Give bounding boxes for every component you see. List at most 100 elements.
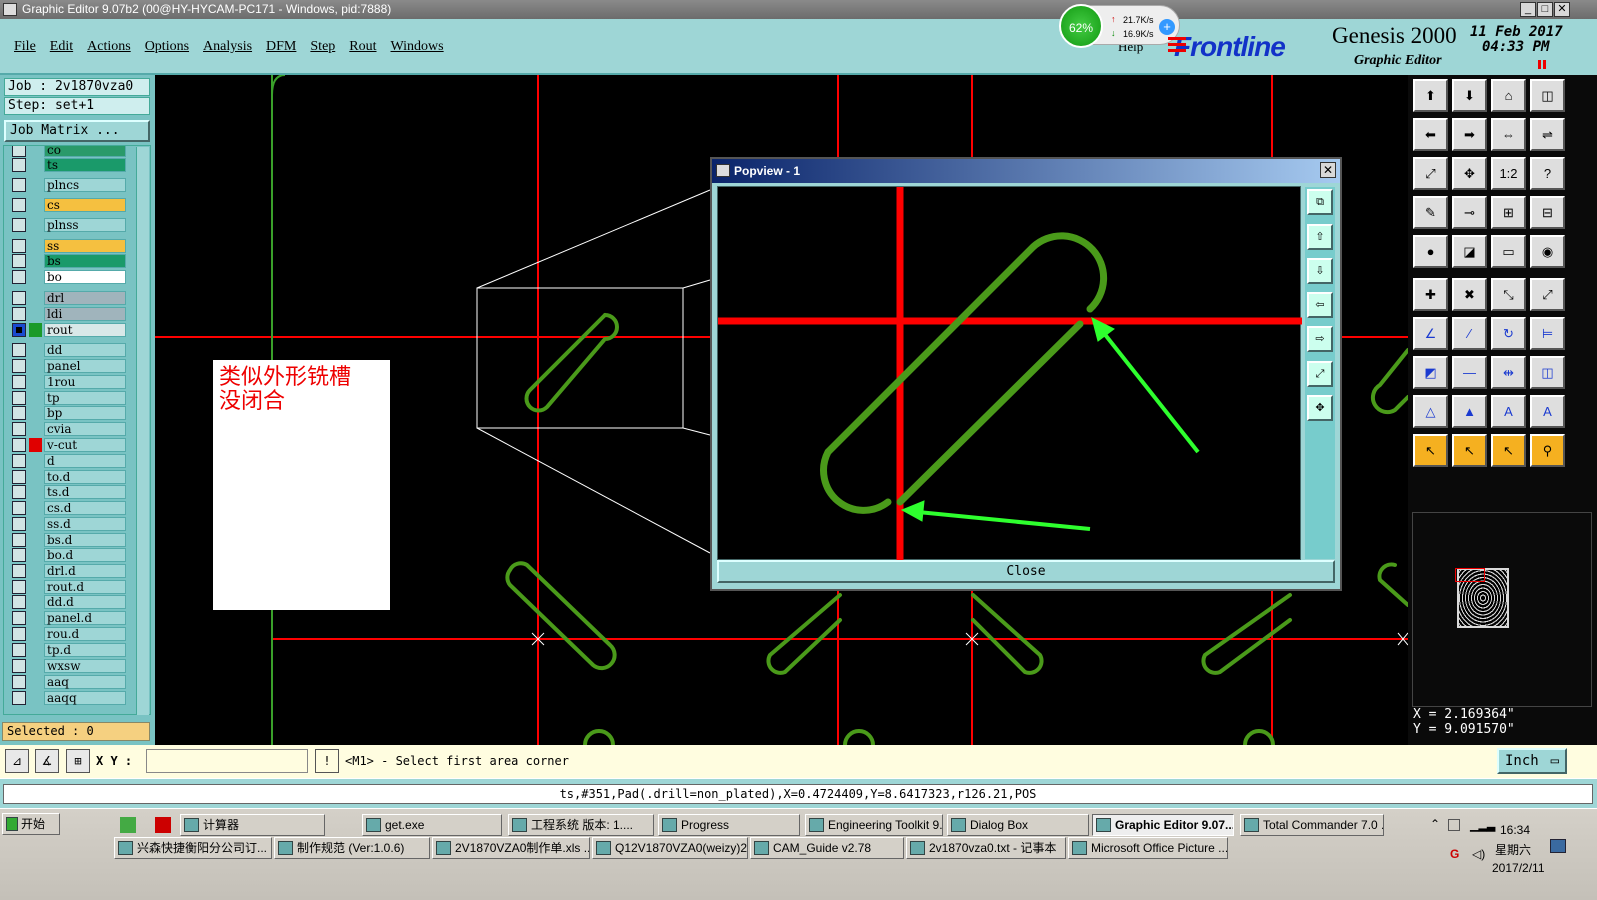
layer-checkbox[interactable] [12, 270, 26, 284]
layer-row-dd-d[interactable]: dd.d [12, 595, 126, 609]
taskbar-item[interactable]: Progress [658, 814, 800, 836]
angle-icon[interactable]: ∠ [1413, 317, 1448, 350]
text-a-icon[interactable]: A [1491, 395, 1526, 428]
snap-icon[interactable]: ⊿ [5, 749, 29, 773]
layer-row-v-cut[interactable]: v-cut [12, 438, 126, 452]
circle-icon[interactable]: ◉ [1530, 235, 1565, 268]
popview-right-button[interactable]: ⇨ [1307, 326, 1333, 352]
popview-fit-button[interactable]: ⤢ [1307, 361, 1333, 387]
pointer-box-icon[interactable]: ↖ [1452, 434, 1487, 467]
layer-row-ss[interactable]: ss [12, 239, 126, 253]
layer-checkbox[interactable] [12, 675, 26, 689]
taskbar-item[interactable]: 兴森快捷衡阳分公司订... [114, 837, 272, 859]
pad-icon[interactable]: ● [1413, 235, 1448, 268]
job-matrix-button[interactable]: Job Matrix ... [4, 120, 150, 142]
layer-row-ss-d[interactable]: ss.d [12, 517, 126, 531]
copy-pad-icon[interactable]: ◩ [1413, 356, 1448, 389]
popview-down-button[interactable]: ⇩ [1307, 258, 1333, 284]
layer-row-drl[interactable]: drl [12, 291, 126, 305]
menu-file[interactable]: File [14, 39, 36, 55]
right-icon[interactable]: ➡ [1452, 118, 1487, 151]
taskbar-item[interactable]: 2v1870vza0.txt - 记事本 [906, 837, 1066, 859]
layer-row-cs-d[interactable]: cs.d [12, 501, 126, 515]
layer-row-co[interactable]: co [12, 146, 126, 157]
popview-close-button[interactable]: Close [717, 560, 1335, 583]
fit-icon[interactable]: ⤢ [1413, 157, 1448, 190]
measure-icon[interactable]: ∡ [35, 749, 59, 773]
recycle-icon[interactable] [120, 817, 136, 833]
minimize-button[interactable]: _ [1520, 2, 1536, 17]
grid-icon[interactable]: ⊞ [66, 749, 90, 773]
up-icon[interactable]: ⬆ [1413, 79, 1448, 112]
layer-row-bo-d[interactable]: bo.d [12, 548, 126, 562]
layer-row-1rou[interactable]: 1rou [12, 375, 126, 389]
taskbar-item[interactable]: Dialog Box [947, 814, 1089, 836]
layer-checkbox[interactable] [12, 454, 26, 468]
popview-up-button[interactable]: ⇧ [1307, 224, 1333, 250]
menu-actions[interactable]: Actions [87, 39, 131, 55]
layer-row-to-d[interactable]: to.d [12, 470, 126, 484]
layer-row-ts[interactable]: ts [12, 158, 126, 172]
split-icon[interactable]: ◫ [1530, 79, 1565, 112]
ruler-icon[interactable]: ▭ [1491, 235, 1526, 268]
down-icon[interactable]: ⬇ [1452, 79, 1487, 112]
layer-row-ldi[interactable]: ldi [12, 307, 126, 321]
clock-time[interactable]: 16:34 [1500, 823, 1530, 837]
layer-checkbox[interactable] [12, 146, 26, 157]
menu-analysis[interactable]: Analysis [203, 39, 252, 55]
layer-checkbox[interactable] [12, 548, 26, 562]
shuffle-icon[interactable]: ⇌ [1530, 118, 1565, 151]
plus-icon[interactable]: + [1159, 19, 1175, 35]
taskbar-item[interactable]: Total Commander 7.0 ... [1240, 814, 1384, 836]
layer-checkbox[interactable] [12, 611, 26, 625]
layer-row-ts-d[interactable]: ts.d [12, 485, 126, 499]
line-icon[interactable]: — [1452, 356, 1487, 389]
layer-checkbox[interactable] [12, 375, 26, 389]
layer-b-icon[interactable]: ⊟ [1530, 196, 1565, 229]
menu-options[interactable]: Options [145, 39, 189, 55]
layer-checkbox[interactable] [12, 422, 26, 436]
triangle-fill-icon[interactable]: ▲ [1452, 395, 1487, 428]
layer-checkbox[interactable] [12, 391, 26, 405]
tray-app-icon[interactable]: G [1450, 847, 1459, 861]
layer-checkbox[interactable] [12, 158, 26, 172]
key-icon[interactable]: ⊸ [1452, 196, 1487, 229]
popview-window[interactable]: Popview - 1 ✕ ⧉ ⇧ ⇩ ⇦ ⇨ ⤢ ✥ Close [710, 157, 1342, 591]
layer-checkbox[interactable] [12, 627, 26, 641]
layer-checkbox[interactable] [12, 659, 26, 673]
layer-row-plncs[interactable]: plncs [12, 178, 126, 192]
layer-checkbox[interactable] [12, 198, 26, 212]
taskbar-item[interactable]: Graphic Editor 9.07... [1092, 814, 1234, 836]
rotate-icon[interactable]: ↻ [1491, 317, 1526, 350]
popview-left-button[interactable]: ⇦ [1307, 292, 1333, 318]
layer-row-aaq[interactable]: aaq [12, 675, 126, 689]
layer-checkbox[interactable] [12, 643, 26, 657]
maximize-button[interactable]: □ [1537, 2, 1553, 17]
layer-row-cs[interactable]: cs [12, 198, 126, 212]
layer-row-bp[interactable]: bp [12, 406, 126, 420]
left-icon[interactable]: ⬅ [1413, 118, 1448, 151]
volume-icon[interactable]: ◁) [1472, 847, 1485, 861]
pointer-red-icon[interactable]: ↖ [1491, 434, 1526, 467]
layer-checkbox[interactable] [12, 254, 26, 268]
taskbar-item[interactable]: Q12V1870VZA0(weizy)2... [592, 837, 748, 859]
pan-icon[interactable]: ✥ [1452, 157, 1487, 190]
scale-icon[interactable]: 1:2 [1491, 157, 1526, 190]
popview-canvas[interactable] [717, 186, 1302, 561]
layer-checkbox[interactable] [12, 438, 26, 452]
network-monitor[interactable]: 62% ↑ 21.7K/s ↓ 16.9K/s + [1059, 4, 1180, 48]
taskbar-item[interactable]: 计算器 [180, 814, 325, 836]
layer-checkbox[interactable] [12, 239, 26, 253]
triangle-icon[interactable]: △ [1413, 395, 1448, 428]
node-del-icon[interactable]: ✖ [1452, 278, 1487, 311]
layer-checkbox[interactable] [12, 406, 26, 420]
layer-row-cvia[interactable]: cvia [12, 422, 126, 436]
layer-row-aaqq[interactable]: aaqq [12, 691, 126, 705]
pdf-icon[interactable] [155, 817, 171, 833]
layout-icon[interactable]: ◫ [1530, 356, 1565, 389]
layer-checkbox[interactable] [12, 359, 26, 373]
layer-row-panel-d[interactable]: panel.d [12, 611, 126, 625]
taskbar-item[interactable]: 制作规范 (Ver:1.0.6) [274, 837, 430, 859]
flip-icon[interactable]: ⊨ [1530, 317, 1565, 350]
xy-input[interactable] [146, 749, 308, 773]
